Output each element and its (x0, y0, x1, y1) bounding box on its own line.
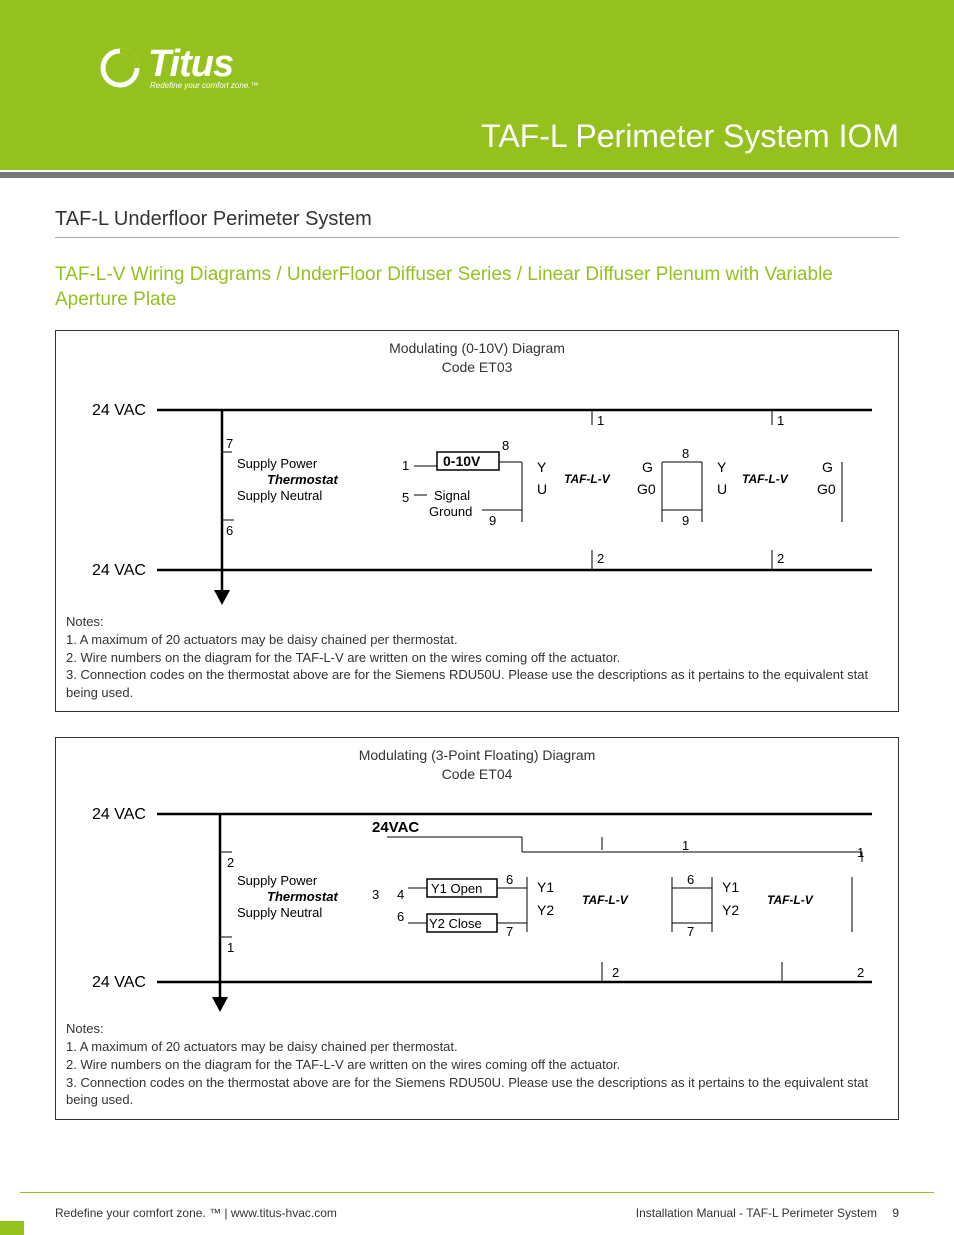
note-item: 2. Wire numbers on the diagram for the T… (66, 649, 888, 667)
svg-text:7: 7 (506, 924, 513, 939)
svg-text:Y: Y (537, 459, 547, 475)
svg-text:U: U (537, 481, 547, 497)
svg-text:G0: G0 (637, 481, 656, 497)
label-24vac-bottom: 24 VAC (92, 562, 146, 579)
label-supply-power: Supply Power (237, 456, 318, 471)
svg-text:U: U (717, 481, 727, 497)
diagram2-title: Modulating (3-Point Floating) Diagram Co… (66, 746, 888, 782)
svg-text:2: 2 (227, 855, 234, 870)
svg-text:8: 8 (682, 446, 689, 461)
svg-text:3: 3 (372, 887, 379, 902)
corner-tab (0, 1221, 24, 1235)
svg-text:6: 6 (226, 523, 233, 538)
page-content: TAF-L Underfloor Perimeter System TAF-L-… (0, 178, 954, 1120)
wiring-diagram-et03: 24 VAC 24 VAC 7 Supply Power Thermostat … (82, 380, 872, 605)
svg-text:Y1: Y1 (537, 879, 554, 895)
notes-label: Notes: (66, 613, 888, 631)
brand-tagline: Redefine your comfort zone.™ (150, 81, 259, 90)
svg-text:6: 6 (506, 872, 513, 887)
svg-text:2: 2 (597, 551, 604, 566)
label-module3: TAF-L-V (582, 893, 629, 907)
svg-text:6: 6 (687, 872, 694, 887)
page-number: 9 (892, 1206, 899, 1220)
diagram1-title-line2: Code ET03 (442, 359, 513, 375)
label-supply-neutral2: Supply Neutral (237, 905, 322, 920)
note-item: 3. Connection codes on the thermostat ab… (66, 1074, 888, 1109)
svg-text:1: 1 (227, 940, 234, 955)
note-item: 1. A maximum of 20 actuators may be dais… (66, 1038, 888, 1056)
svg-text:7: 7 (687, 924, 694, 939)
label-thermostat2: Thermostat (267, 889, 338, 904)
footer-divider (20, 1192, 934, 1193)
footer-right: Installation Manual - TAF-L Perimeter Sy… (636, 1206, 899, 1220)
wiring-diagram-et04: 24 VAC 24 VAC 24VAC 2 Supply Power Therm… (82, 787, 872, 1012)
svg-text:1: 1 (402, 458, 409, 473)
swirl-icon (100, 48, 140, 88)
diagram2-title-line2: Code ET04 (442, 766, 513, 782)
note-item: 2. Wire numbers on the diagram for the T… (66, 1056, 888, 1074)
svg-text:G: G (822, 459, 833, 475)
label-y2-close: Y2 Close (429, 916, 482, 931)
svg-text:9: 9 (682, 513, 689, 528)
label-24vac-mid: 24VAC (372, 819, 419, 836)
svg-text:5: 5 (402, 490, 409, 505)
label-y1-open: Y1 Open (431, 881, 482, 896)
brand-name: Titus (148, 45, 259, 83)
section-title: TAF-L Underfloor Perimeter System (55, 208, 899, 238)
svg-text:7: 7 (226, 436, 233, 451)
label-24vac-top: 24 VAC (92, 402, 146, 419)
label-module4: TAF-L-V (767, 893, 814, 907)
svg-text:G: G (642, 459, 653, 475)
svg-text:1: 1 (597, 413, 604, 428)
svg-text:G0: G0 (817, 481, 836, 497)
label-24vac-bot2: 24 VAC (92, 974, 146, 991)
svg-text:Y: Y (717, 459, 727, 475)
brand-logo: Titus Redefine your comfort zone.™ (100, 45, 259, 90)
page-footer: Redefine your comfort zone. ™ | www.titu… (55, 1206, 899, 1220)
svg-text:1: 1 (777, 413, 784, 428)
label-thermostat: Thermostat (267, 472, 338, 487)
svg-text:2: 2 (777, 551, 784, 566)
label-module2: TAF-L-V (742, 472, 789, 486)
label-24vac-top2: 24 VAC (92, 806, 146, 823)
label-module1: TAF-L-V (564, 472, 611, 486)
svg-text:Y2: Y2 (537, 902, 554, 918)
diagram1-title-line1: Modulating (0-10V) Diagram (389, 340, 565, 356)
footer-manual-title: Installation Manual - TAF-L Perimeter Sy… (636, 1206, 877, 1220)
svg-text:2: 2 (857, 965, 864, 980)
note-item: 3. Connection codes on the thermostat ab… (66, 666, 888, 701)
svg-text:6: 6 (397, 909, 404, 924)
footer-left: Redefine your comfort zone. ™ | www.titu… (55, 1206, 337, 1220)
label-signal: Signal (434, 488, 470, 503)
label-ground: Ground (429, 504, 472, 519)
svg-text:Y2: Y2 (722, 902, 739, 918)
document-title: TAF-L Perimeter System IOM (481, 118, 899, 155)
section-subheading: TAF-L-V Wiring Diagrams / UnderFloor Dif… (55, 263, 899, 312)
svg-text:4: 4 (397, 887, 404, 902)
diagram2-title-line1: Modulating (3-Point Floating) Diagram (359, 747, 596, 763)
svg-text:8: 8 (502, 438, 509, 453)
diagram-box-et04: Modulating (3-Point Floating) Diagram Co… (55, 737, 899, 1119)
diagram-box-et03: Modulating (0-10V) Diagram Code ET03 24 … (55, 330, 899, 712)
svg-text:9: 9 (489, 513, 496, 528)
svg-text:1: 1 (682, 838, 689, 853)
svg-text:2: 2 (612, 965, 619, 980)
diagram1-notes: Notes: 1. A maximum of 20 actuators may … (66, 613, 888, 702)
label-supply-power2: Supply Power (237, 873, 318, 888)
note-item: 1. A maximum of 20 actuators may be dais… (66, 631, 888, 649)
label-0-10v: 0-10V (443, 453, 481, 469)
diagram1-title: Modulating (0-10V) Diagram Code ET03 (66, 339, 888, 375)
label-supply-neutral: Supply Neutral (237, 488, 322, 503)
svg-text:Y1: Y1 (722, 879, 739, 895)
notes-label: Notes: (66, 1020, 888, 1038)
page-header: Titus Redefine your comfort zone.™ TAF-L… (0, 0, 954, 170)
diagram2-notes: Notes: 1. A maximum of 20 actuators may … (66, 1020, 888, 1109)
